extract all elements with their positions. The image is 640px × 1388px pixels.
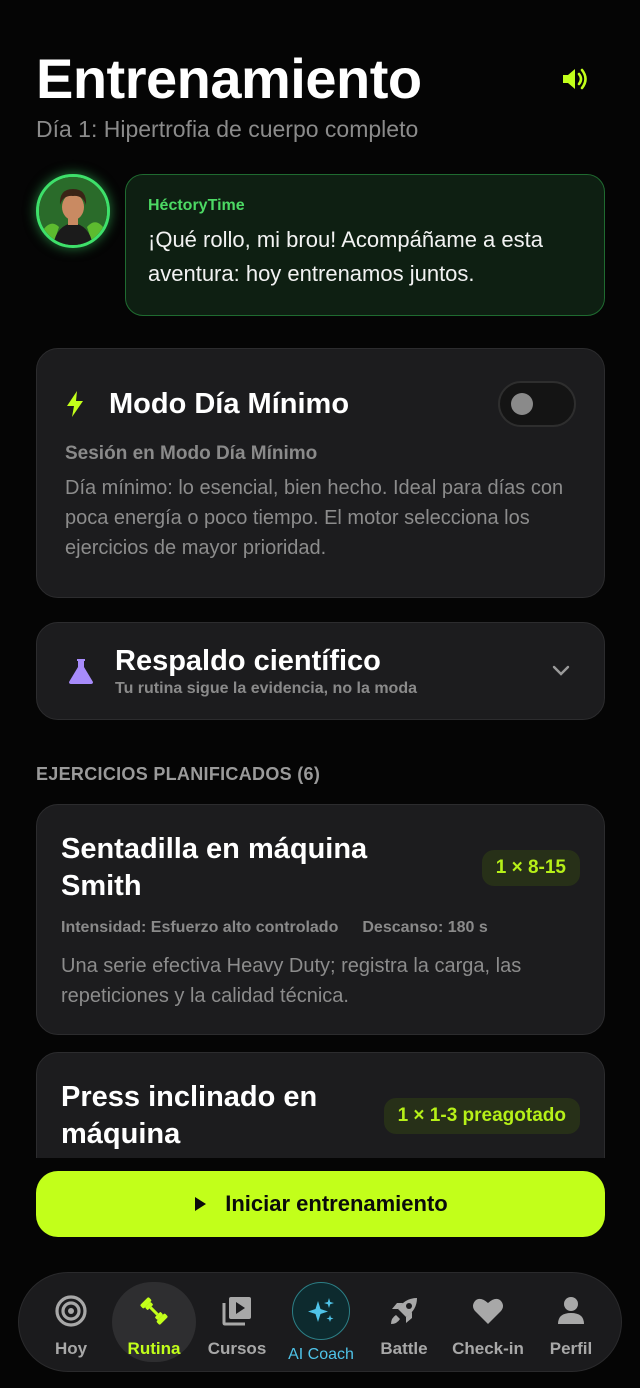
coach-message-text: ¡Qué rollo, mi brou! Acompáñame a esta a… (148, 227, 543, 286)
exercise-description: Una serie efectiva Heavy Duty; registra … (61, 955, 522, 1007)
workout-screen: Entrenamiento Día 1: Hipertrofia de cuer… (0, 0, 640, 1388)
start-workout-button[interactable]: Iniciar entrenamiento (36, 1171, 605, 1237)
tab-label: AI Coach (288, 1346, 354, 1363)
start-workout-label: Iniciar entrenamiento (225, 1191, 448, 1216)
minimum-mode-toggle[interactable] (498, 381, 576, 427)
heart-icon (471, 1293, 505, 1329)
speaker-volume-icon (563, 68, 587, 90)
sparkles-icon (308, 1298, 334, 1322)
sound-button[interactable] (558, 62, 592, 96)
ai-coach-circle (292, 1282, 350, 1340)
tab-label: Check-in (452, 1339, 524, 1358)
exercise-name: Sentadilla en máquina Smith (61, 833, 368, 902)
tab-cursos[interactable]: Cursos (195, 1273, 279, 1373)
tab-rutina[interactable]: Rutina (112, 1273, 196, 1373)
dumbbell-icon (137, 1293, 171, 1329)
coach-message-bubble: HéctoryTime ¡Qué rollo, mi brou! Acompáñ… (125, 174, 605, 316)
tab-label: Cursos (207, 1339, 267, 1358)
flask-icon (65, 657, 97, 685)
minimum-mode-title: Modo Día Mínimo (109, 387, 350, 420)
bottom-tab-bar: Hoy Rutina Cursos AI Coach Battle Check-… (18, 1272, 622, 1372)
exercise-card[interactable]: Sentadilla en máquina Smith 1 × 8-15 Int… (36, 804, 605, 1035)
tab-label: Battle (380, 1339, 428, 1358)
play-icon (193, 1196, 207, 1212)
page-title: Entrenamiento (36, 47, 422, 110)
coach-avatar[interactable] (36, 174, 110, 248)
planned-exercises-label: EJERCICIOS PLANIFICADOS (6) (36, 764, 321, 784)
exercise-name: Press inclinado en máquina (61, 1081, 318, 1150)
toggle-knob (511, 393, 533, 415)
tab-ai-coach[interactable]: AI Coach (279, 1273, 363, 1373)
tab-battle[interactable]: Battle (362, 1273, 446, 1373)
exercise-intensity: Intensidad: Esfuerzo alto controlado (61, 919, 339, 936)
chevron-down-icon (546, 665, 576, 677)
coach-name: HéctoryTime (148, 197, 245, 214)
science-backing-subtitle: Tu rutina sigue la evidencia, no la moda (115, 679, 417, 697)
tab-hoy[interactable]: Hoy (29, 1273, 113, 1373)
lightning-icon (65, 390, 95, 418)
minimum-mode-subheading: Sesión en Modo Día Mínimo (65, 443, 318, 464)
target-icon (54, 1293, 88, 1329)
tab-label: Rutina (127, 1339, 181, 1358)
coach-portrait-icon (39, 177, 107, 245)
sets-reps-badge: 1 × 8-15 (481, 850, 580, 886)
minimum-mode-description: Día mínimo: lo esencial, bien hecho. Ide… (65, 477, 564, 559)
tab-perfil[interactable]: Perfil (529, 1273, 613, 1373)
science-backing-card[interactable]: Respaldo científico Tu rutina sigue la e… (36, 622, 605, 720)
science-backing-title: Respaldo científico (115, 644, 381, 677)
exercise-rest: Descanso: 180 s (362, 919, 488, 936)
tab-label: Perfil (549, 1339, 593, 1358)
tab-check-in[interactable]: Check-in (446, 1273, 530, 1373)
video-library-icon (220, 1293, 254, 1329)
minimum-mode-card: Modo Día Mínimo Sesión en Modo Día Mínim… (36, 348, 605, 598)
page-subtitle: Día 1: Hipertrofia de cuerpo completo (36, 116, 419, 142)
tab-label: Hoy (54, 1339, 88, 1358)
sets-reps-badge: 1 × 1-3 preagotado (383, 1098, 580, 1134)
rocket-icon (387, 1293, 421, 1329)
person-icon (554, 1293, 588, 1329)
